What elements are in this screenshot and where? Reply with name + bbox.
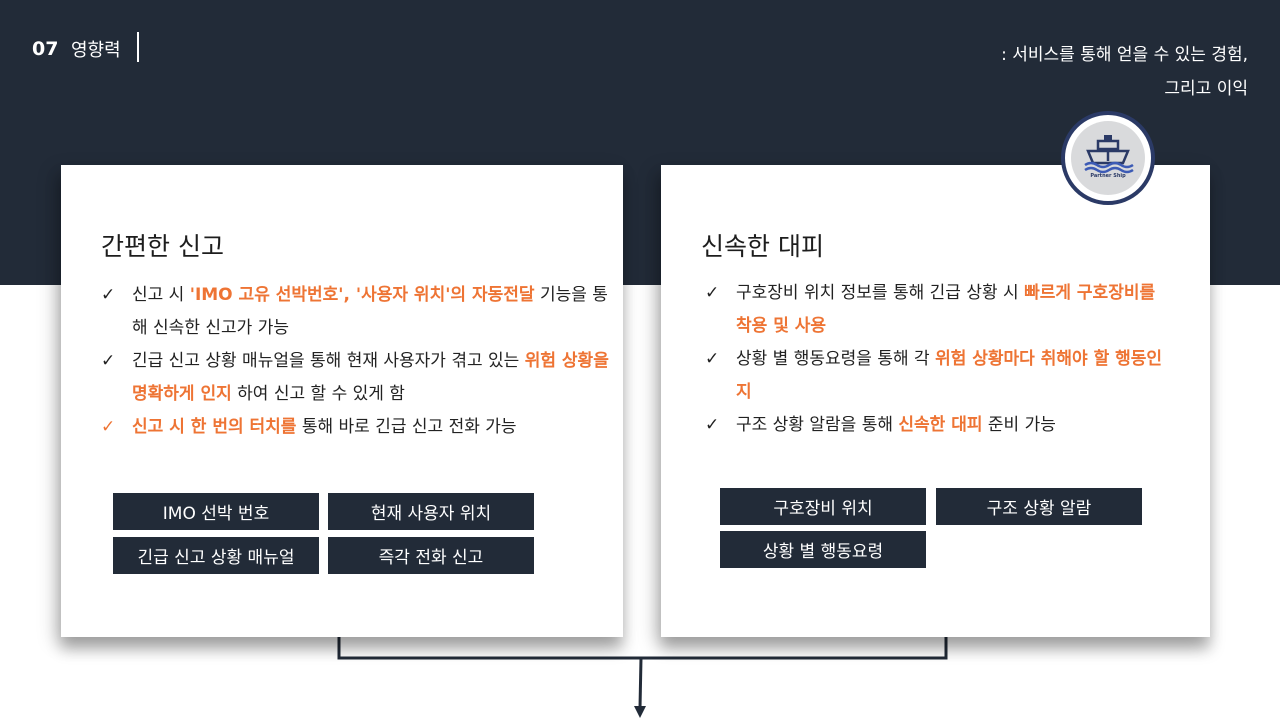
check-icon: ✓ <box>705 283 720 303</box>
bullet-list: ✓ 구호장비 위치 정보를 통해 긴급 상황 시 빠르게 구호장비를 착용 및 … <box>705 277 1165 442</box>
bullet-text: 긴급 신고 상황 매뉴얼을 통해 현재 사용자가 겪고 있는 <box>132 351 525 371</box>
bullet-text: 준비 가능 <box>982 415 1056 435</box>
card-easy-report: 간편한 신고 ✓ 신고 시 'IMO 고유 선박번호', '사용자 위치'의 자… <box>61 165 623 637</box>
list-item: ✓ 신고 시 한 번의 터치를 통해 바로 긴급 신고 전화 가능 <box>101 411 611 444</box>
tag-situation-guide: 상황 별 행동요령 <box>720 531 926 568</box>
tag-instant-call: 즉각 전화 신고 <box>328 537 534 574</box>
bullet-text: 하여 신고 할 수 있게 함 <box>231 384 405 404</box>
list-item: ✓ 구호장비 위치 정보를 통해 긴급 상황 시 빠르게 구호장비를 착용 및 … <box>705 277 1165 343</box>
tag-rescue-equipment-location: 구호장비 위치 <box>720 488 926 525</box>
check-icon: ✓ <box>101 417 116 437</box>
list-item: ✓ 구조 상황 알람을 통해 신속한 대피 준비 가능 <box>705 409 1165 442</box>
ship-icon: Partner Ship <box>1071 121 1145 195</box>
bullet-text: 구호장비 위치 정보를 통해 긴급 상황 시 <box>736 283 1025 303</box>
check-icon: ✓ <box>705 415 720 435</box>
bullet-text: 구조 상황 알람을 통해 <box>736 415 899 435</box>
check-icon: ✓ <box>705 349 720 369</box>
card-quick-evacuation: 신속한 대피 ✓ 구호장비 위치 정보를 통해 긴급 상황 시 빠르게 구호장비… <box>661 165 1210 637</box>
partner-ship-logo: Partner Ship <box>1061 111 1155 205</box>
bullet-text: 통해 바로 긴급 신고 전화 가능 <box>296 417 517 437</box>
card-title: 신속한 대피 <box>701 232 824 261</box>
check-icon: ✓ <box>101 351 116 371</box>
list-item: ✓ 상황 별 행동요령을 통해 각 위험 상황마다 취해야 할 행동인지 <box>705 343 1165 409</box>
bullet-highlight: 'IMO 고유 선박번호', '사용자 위치'의 자동전달 <box>189 285 535 305</box>
list-item: ✓ 신고 시 'IMO 고유 선박번호', '사용자 위치'의 자동전달 기능을… <box>101 279 611 345</box>
logo-label: Partner Ship <box>1090 173 1126 179</box>
card-title: 간편한 신고 <box>101 232 224 261</box>
tag-imo-number: IMO 선박 번호 <box>113 493 319 530</box>
bullet-text: 상황 별 행동요령을 통해 각 <box>736 349 936 369</box>
check-icon: ✓ <box>101 285 116 305</box>
bullet-list: ✓ 신고 시 'IMO 고유 선박번호', '사용자 위치'의 자동전달 기능을… <box>101 279 611 444</box>
bullet-highlight: 신속한 대피 <box>898 415 983 435</box>
bullet-text: 신고 시 <box>132 285 190 305</box>
tag-user-location: 현재 사용자 위치 <box>328 493 534 530</box>
tag-emergency-manual: 긴급 신고 상황 매뉴얼 <box>113 537 319 574</box>
tag-rescue-alarm: 구조 상황 알람 <box>936 488 1142 525</box>
bullet-highlight: 신고 시 한 번의 터치를 <box>132 417 297 437</box>
list-item: ✓ 긴급 신고 상황 매뉴얼을 통해 현재 사용자가 겪고 있는 위험 상황을 … <box>101 345 611 411</box>
